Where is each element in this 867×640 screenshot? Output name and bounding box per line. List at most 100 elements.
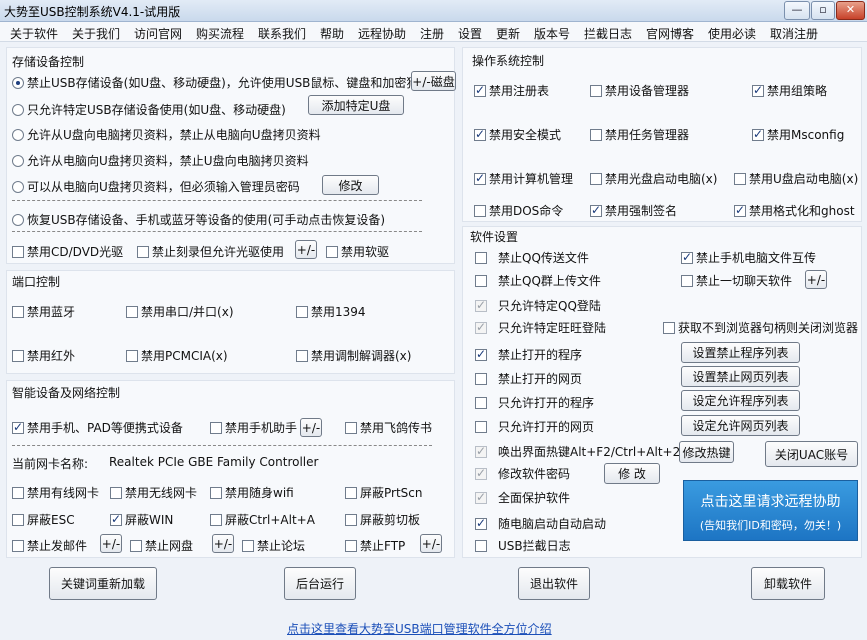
allow-specific-wangwang[interactable]: 只允许特定旺旺登陆 [475,319,606,336]
block-programs[interactable]: 禁止打开的程序 [475,346,582,363]
exit-software-button[interactable]: 退出软件 [518,567,590,600]
hotkey-option[interactable]: 唤出界面热键Alt+F2/Ctrl+Alt+2 [475,443,680,460]
block-webpages[interactable]: 禁止打开的网页 [475,370,582,387]
disable-task-manager[interactable]: 禁用任务管理器 [590,126,689,143]
block-all-chat[interactable]: 禁止一切聊天软件 [681,272,792,289]
add-specific-usb-button[interactable]: 添加特定U盘 [308,95,404,115]
modify-software-password-button[interactable]: 修 改 [604,463,660,484]
disable-usb-boot[interactable]: 禁用U盘启动电脑(x) [734,170,858,187]
block-clipboard[interactable]: 屏蔽剪切板 [345,511,420,528]
disable-pcmcia[interactable]: 禁用PCMCIA(x) [126,347,228,364]
reload-keywords-button[interactable]: 关键词重新加载 [49,567,157,600]
storage-radio-2[interactable]: 只允许特定USB存储设备使用(如U盘、移动硬盘) [12,101,286,118]
full-protection[interactable]: 全面保护软件 [475,489,570,506]
email-toggle-button[interactable]: +/- [100,534,122,553]
menu-contact[interactable]: 联系我们 [258,25,306,42]
ftp-toggle-button[interactable]: +/- [420,534,442,553]
menu-version[interactable]: 版本号 [534,25,570,42]
checkbox-indicator [130,540,142,552]
uninstall-button[interactable]: 卸载软件 [751,567,825,600]
checkbox-indicator [475,298,487,312]
menu-visit-site[interactable]: 访问官网 [134,25,182,42]
phone-assistant-toggle-button[interactable]: +/- [300,418,322,437]
menu-intercept-log[interactable]: 拦截日志 [584,25,632,42]
disable-computer-management[interactable]: 禁用计算机管理 [474,170,573,187]
block-win[interactable]: 屏蔽WIN [110,511,173,528]
block-qq-group-upload[interactable]: 禁止QQ群上传文件 [475,272,601,289]
disable-modem[interactable]: 禁用调制解调器(x) [296,347,411,364]
block-qq-file-transfer[interactable]: 禁止QQ传送文件 [475,249,589,266]
menu-settings[interactable]: 设置 [458,25,482,42]
disable-wired-nic[interactable]: 禁用有线网卡 [12,484,99,501]
storage-radio-1[interactable]: 禁止USB存储设备(如U盘、移动硬盘)，允许使用USB鼠标、键盘和加密狗 [12,74,418,91]
modify-password-button[interactable]: 修改 [322,175,379,195]
run-background-button[interactable]: 后台运行 [284,567,356,600]
disk-toggle-button[interactable]: +/-磁盘 [411,71,456,91]
disable-dos[interactable]: 禁用DOS命令 [474,202,563,219]
block-ctrl-alt-a[interactable]: 屏蔽Ctrl+Alt+A [210,511,315,528]
disable-1394[interactable]: 禁用1394 [296,303,366,320]
block-netdisk[interactable]: 禁止网盘 [130,537,193,554]
remote-assist-banner[interactable]: 点击这里请求远程协助 (告知我们ID和密码，勿关！) [683,480,858,541]
block-prtscn[interactable]: 屏蔽PrtScn [345,484,423,501]
block-forum[interactable]: 禁止论坛 [242,537,305,554]
disable-format-ghost[interactable]: 禁用格式化和ghost [734,202,855,219]
storage-radio-4[interactable]: 允许从电脑向U盘拷贝资料，禁止U盘向电脑拷贝资料 [12,152,309,169]
maximize-button[interactable]: ▫ [811,1,835,20]
menu-blog[interactable]: 官网博客 [646,25,694,42]
allow-only-webpages[interactable]: 只允许打开的网页 [475,418,594,435]
modify-hotkey-button[interactable]: 修改热键 [679,441,734,463]
close-browser-no-handle[interactable]: 获取不到浏览器句柄则关闭浏览器 [663,319,858,336]
disable-feige[interactable]: 禁用飞鸽传书 [345,419,432,436]
usb-intercept-log[interactable]: USB拦截日志 [475,537,571,554]
disable-force-signature[interactable]: 禁用强制签名 [590,202,677,219]
block-esc[interactable]: 屏蔽ESC [12,511,75,528]
disable-wireless-nic[interactable]: 禁用无线网卡 [110,484,197,501]
set-blocked-webpages-button[interactable]: 设置禁止网页列表 [681,366,800,387]
menu-about-software[interactable]: 关于软件 [10,25,58,42]
close-button[interactable]: ✕ [836,1,865,20]
block-ftp[interactable]: 禁止FTP [345,537,405,554]
menu-register[interactable]: 注册 [420,25,444,42]
disable-cd-dvd[interactable]: 禁用CD/DVD光驱 [12,243,123,260]
auto-start[interactable]: 随电脑启动自动启动 [475,515,606,532]
disable-bluetooth[interactable]: 禁用蓝牙 [12,303,75,320]
storage-radio-3[interactable]: 允许从U盘向电脑拷贝资料，禁止从电脑向U盘拷贝资料 [12,126,321,143]
disable-serial-parallel[interactable]: 禁用串口/并口(x) [126,303,234,320]
disable-portable-wifi[interactable]: 禁用随身wifi [210,484,294,501]
modify-software-password[interactable]: 修改软件密码 [475,465,570,482]
storage-radio-5[interactable]: 可以从电脑向U盘拷贝资料，但必须输入管理员密码 [12,178,300,195]
set-allowed-programs-button[interactable]: 设定允许程序列表 [681,390,800,411]
set-allowed-webpages-button[interactable]: 设定允许网页列表 [681,415,800,436]
block-phone-pc-transfer[interactable]: 禁止手机电脑文件互传 [681,249,816,266]
disable-group-policy[interactable]: 禁用组策略 [752,82,827,99]
menu-purchase[interactable]: 购买流程 [196,25,244,42]
minimize-button[interactable]: — [784,1,810,20]
allow-specific-qq[interactable]: 只允许特定QQ登陆 [475,297,601,314]
menu-help[interactable]: 帮助 [320,25,344,42]
disable-safe-mode[interactable]: 禁用安全模式 [474,126,561,143]
disable-cd-boot[interactable]: 禁用光盘启动电脑(x) [590,170,717,187]
netdisk-toggle-button[interactable]: +/- [212,534,234,553]
intro-link[interactable]: 点击这里查看大势至USB端口管理软件全方位介绍 [287,620,552,637]
storage-radio-6[interactable]: 恢复USB存储设备、手机或蓝牙等设备的使用(可手动点击恢复设备) [12,211,385,228]
menu-must-read[interactable]: 使用必读 [708,25,756,42]
menu-update[interactable]: 更新 [496,25,520,42]
chat-toggle-button[interactable]: +/- [805,270,827,289]
disable-floppy[interactable]: 禁用软驱 [326,243,389,260]
close-uac-button[interactable]: 关闭UAC账号 [765,441,858,467]
disable-registry[interactable]: 禁用注册表 [474,82,549,99]
allow-only-programs[interactable]: 只允许打开的程序 [475,394,594,411]
burn-toggle-button[interactable]: +/- [295,240,317,259]
set-blocked-programs-button[interactable]: 设置禁止程序列表 [681,342,800,363]
menu-remote[interactable]: 远程协助 [358,25,406,42]
menu-about-us[interactable]: 关于我们 [72,25,120,42]
disable-burn[interactable]: 禁止刻录但允许光驱使用 [137,243,284,260]
disable-msconfig[interactable]: 禁用Msconfig [752,126,844,143]
disable-infrared[interactable]: 禁用红外 [12,347,75,364]
block-email[interactable]: 禁止发邮件 [12,537,87,554]
disable-portable-devices[interactable]: 禁用手机、PAD等便携式设备 [12,419,183,436]
disable-device-manager[interactable]: 禁用设备管理器 [590,82,689,99]
disable-phone-assistant[interactable]: 禁用手机助手 [210,419,297,436]
menu-unregister[interactable]: 取消注册 [770,25,818,42]
